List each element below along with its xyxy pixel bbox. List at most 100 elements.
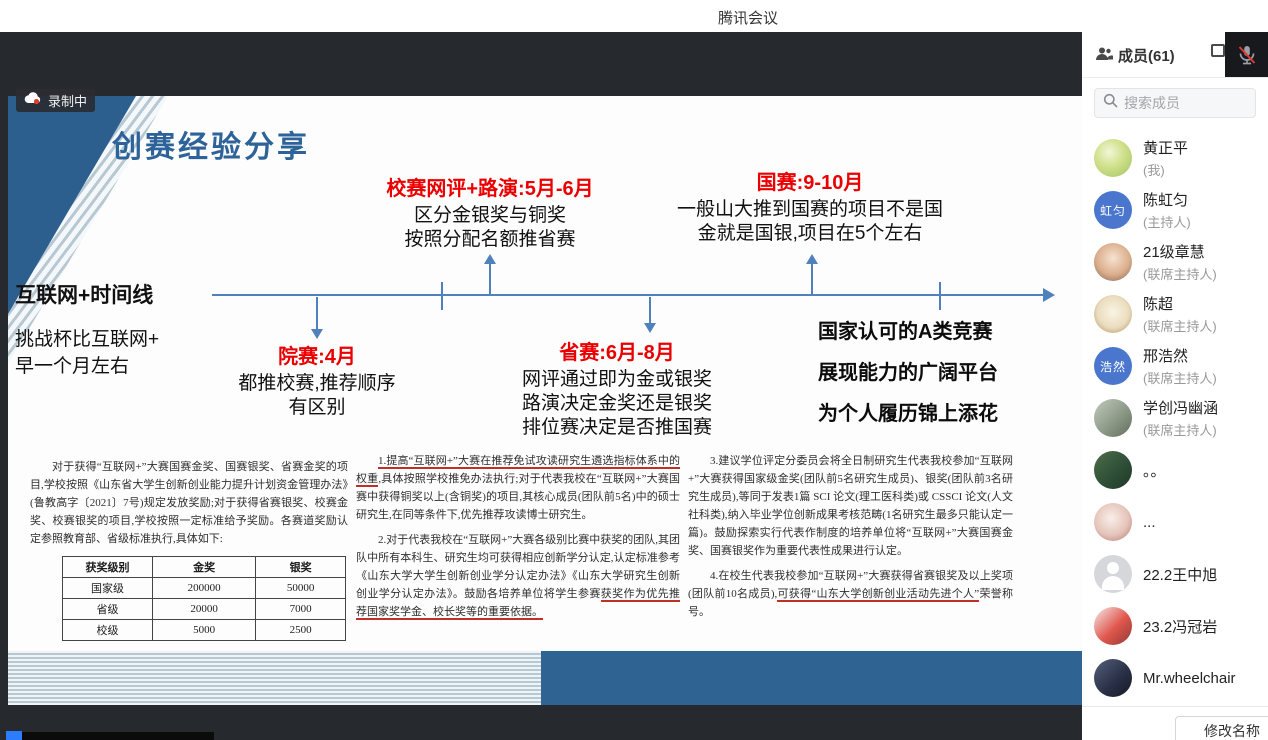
member-name: 。。 — [1143, 460, 1166, 481]
down-arrowhead — [311, 329, 323, 339]
milestone-heading: 院赛:4月 — [187, 340, 447, 369]
popout-icon[interactable] — [1211, 44, 1225, 57]
milestone-line: 区分金银奖与铜奖 — [335, 204, 645, 228]
window-titlebar: 腾讯会议 — [0, 0, 1268, 32]
table-cell: 国家级 — [63, 578, 153, 599]
taskbar-fragment — [22, 732, 214, 740]
up-arrow — [489, 263, 491, 295]
members-icon — [1095, 46, 1113, 62]
table-cell: 7000 — [256, 599, 346, 620]
milestone-national: 国赛:9-10月 一般山大推到国赛的项目不是国 金就是国银,项目在5个左右 — [635, 166, 985, 246]
table-cell: 200000 — [153, 578, 256, 599]
timeline-note: 挑战杯比互联网+ 早一个月左右 — [15, 326, 159, 380]
member-avatar: 虹匀 — [1094, 191, 1132, 229]
policy-paragraph: 2.对于代表我校在“互联网+”大赛各级别比赛中获奖的团队,其团队中所有本科生、研… — [356, 531, 680, 621]
milestone-school-review: 校赛网评+路演:5月-6月 区分金银奖与铜奖 按照分配名额推省赛 — [335, 172, 645, 252]
rename-button[interactable]: 修改名称 — [1175, 716, 1268, 740]
member-row[interactable]: ... — [1082, 496, 1268, 548]
members-panel-footer: 修改名称 — [1082, 706, 1268, 740]
member-avatar — [1094, 243, 1132, 281]
table-header-cell: 银奖 — [256, 557, 346, 578]
timeline-tick — [441, 282, 443, 310]
timeline-title: 互联网+时间线 — [15, 279, 153, 309]
member-avatar — [1094, 659, 1132, 697]
up-arrowhead — [806, 254, 818, 264]
muted-video-thumbnail[interactable] — [1225, 32, 1268, 77]
slide-title: 创赛经验分享 — [112, 122, 310, 166]
milestone-province: 省赛:6月-8月 网评通过即为金或银奖 路演决定金奖还是银奖 排位赛决定是否推国… — [467, 336, 767, 440]
award-amount-table: 获奖级别 金奖 银奖 国家级 200000 50000 省级 20000 700… — [62, 556, 346, 641]
member-avatar — [1094, 503, 1132, 541]
member-row[interactable]: 23.2冯冠岩 — [1082, 600, 1268, 652]
member-role: (联席主持人) — [1143, 316, 1217, 335]
member-row[interactable]: 陈超 (联席主持人) — [1082, 288, 1268, 340]
member-avatar: 浩然 — [1094, 347, 1132, 385]
search-input[interactable] — [1124, 95, 1247, 111]
presentation-slide: 创赛经验分享 互联网+时间线 挑战杯比互联网+ 早一个月左右 校赛网评+路演:5… — [8, 96, 1082, 705]
member-row[interactable]: 学创冯幽涵(联席主持人) — [1082, 392, 1268, 444]
table-cell: 20000 — [153, 599, 256, 620]
member-row[interactable]: Mr.wheelchair — [1082, 652, 1268, 704]
milestone-heading: 校赛网评+路演:5月-6月 — [335, 172, 645, 201]
member-role: (我) — [1143, 160, 1188, 179]
member-name: 23.2冯冠岩 — [1143, 616, 1217, 637]
screen-share-area: 创赛经验分享 互联网+时间线 挑战杯比互联网+ 早一个月左右 校赛网评+路演:5… — [0, 32, 1082, 740]
tencent-meeting-window: 腾讯会议 创赛经验分享 互联网+时间线 挑战杯比互联网+ 早一个月左右 — [0, 0, 1268, 740]
member-row[interactable]: 22.2王中旭 — [1082, 548, 1268, 600]
table-header-cell: 获奖级别 — [63, 557, 153, 578]
table-header-cell: 金奖 — [153, 557, 256, 578]
policy-paragraph: 3.建议学位评定分委员会将全日制研究生代表我校参加“互联网+”大赛获得国家级金奖… — [688, 452, 1013, 560]
milestone-line: 都推校赛,推荐顺序 — [187, 372, 447, 396]
up-arrow — [811, 263, 813, 295]
policy-excerpt-points-1-2: 1.提高“互联网+”大赛在推荐免试攻读研究生遴选指标体系中的权重,具体按照学校推… — [356, 452, 680, 628]
policy-paragraph: 1.提高“互联网+”大赛在推荐免试攻读研究生遴选指标体系中的权重,具体按照学校推… — [356, 452, 680, 524]
member-row[interactable]: 浩然邢浩然(联席主持人) — [1082, 340, 1268, 392]
member-avatar — [1094, 295, 1132, 333]
slide-footer-band — [541, 651, 1082, 705]
member-avatar — [1094, 139, 1132, 177]
table-row: 校级 5000 2500 — [63, 620, 346, 641]
member-row[interactable]: 。。 — [1082, 444, 1268, 496]
member-row[interactable]: 虹匀陈虹匀(主持人) — [1082, 184, 1268, 236]
member-avatar — [1094, 555, 1132, 593]
member-role: (联席主持人) — [1143, 420, 1218, 439]
default-avatar-icon — [1094, 555, 1132, 593]
milestone-line: 按照分配名额推省赛 — [335, 228, 645, 252]
window-title: 腾讯会议 — [718, 7, 778, 28]
up-arrowhead — [484, 254, 496, 264]
member-search[interactable] — [1094, 88, 1256, 118]
down-arrow — [649, 297, 651, 324]
members-panel: 成员(61) 黄正平(我)虹匀陈虹匀(主持人) 21级章慧 (联席主持人) 陈超 (联席… — [1082, 32, 1268, 740]
member-row[interactable]: 黄正平(我) — [1082, 132, 1268, 184]
table-row: 国家级 200000 50000 — [63, 578, 346, 599]
policy-excerpt-reward: 对于获得“互联网+”大赛国赛金奖、国赛银奖、省赛金奖的项目,学校按照《山东省大学… — [30, 458, 348, 555]
member-name: 陈虹匀 — [1143, 189, 1191, 210]
recording-indicator[interactable]: 录制中 — [16, 89, 95, 112]
milestone-line: 金就是国银,项目在5个左右 — [635, 222, 985, 246]
table-cell: 2500 — [256, 620, 346, 641]
slide-footer-stripes — [8, 651, 541, 705]
member-name: ... — [1143, 514, 1156, 531]
member-role: (联席主持人) — [1143, 264, 1217, 283]
policy-excerpt-points-3-4: 3.建议学位评定分委员会将全日制研究生代表我校参加“互联网+”大赛获得国家级金奖… — [688, 452, 1013, 628]
member-list[interactable]: 黄正平(我)虹匀陈虹匀(主持人) 21级章慧 (联席主持人) 陈超 (联席主持人) 浩然邢… — [1082, 132, 1268, 706]
milestone-heading: 国赛:9-10月 — [635, 166, 985, 195]
policy-paragraph: 4.在校生代表我校参加“互联网+”大赛获得省赛银奖及以上奖项(团队前10名成员)… — [688, 567, 1013, 621]
table-cell: 50000 — [256, 578, 346, 599]
down-arrowhead — [644, 323, 656, 333]
member-avatar — [1094, 607, 1132, 645]
policy-paragraph: 对于获得“互联网+”大赛国赛金奖、国赛银奖、省赛金奖的项目,学校按照《山东省大学… — [30, 458, 348, 548]
member-row[interactable]: 21级章慧 (联席主持人) — [1082, 236, 1268, 288]
milestone-line: 路演决定金奖还是银奖 — [467, 392, 767, 416]
timeline-tick — [939, 282, 941, 310]
table-header-row: 获奖级别 金奖 银奖 — [63, 557, 346, 578]
highlight-line: 展现能力的广阔平台 — [818, 353, 1058, 394]
table-cell: 5000 — [153, 620, 256, 641]
milestone-heading: 省赛:6月-8月 — [467, 336, 767, 365]
members-count: 成员(61) — [1118, 45, 1175, 66]
down-arrow — [316, 297, 318, 330]
member-name: 陈超 — [1143, 293, 1217, 314]
timeline-note-line: 早一个月左右 — [15, 353, 159, 380]
member-name: 21级章慧 — [1143, 241, 1217, 262]
highlight-line: 为个人履历锦上添花 — [818, 394, 1058, 435]
